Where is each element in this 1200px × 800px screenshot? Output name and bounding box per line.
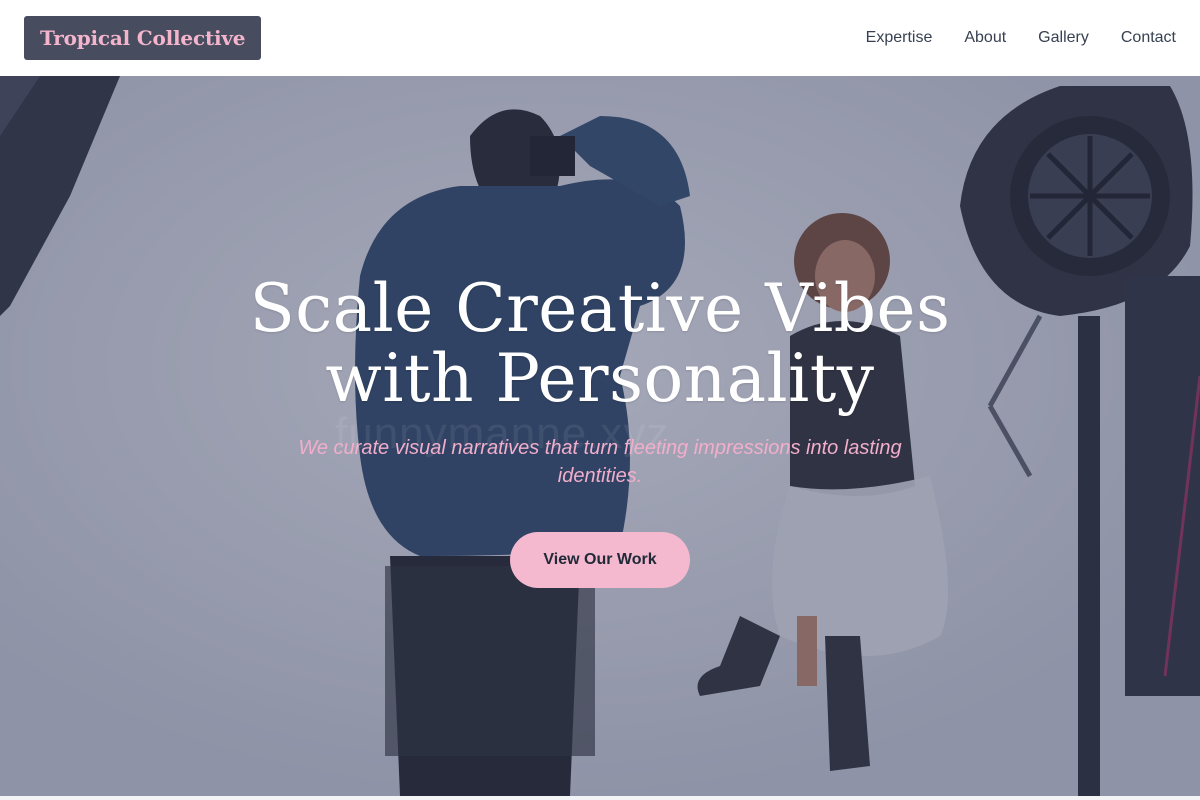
hero-title-line-2: with Personality [325, 340, 875, 417]
site-header: Tropical Collective Expertise About Gall… [0, 0, 1200, 76]
nav-link-contact[interactable]: Contact [1121, 29, 1176, 47]
brand-logo[interactable]: Tropical Collective [24, 16, 262, 60]
view-our-work-button[interactable]: View Our Work [510, 532, 690, 588]
nav-link-expertise[interactable]: Expertise [866, 29, 933, 47]
nav-link-gallery[interactable]: Gallery [1038, 29, 1089, 47]
hero-subtitle: We curate visual narratives that turn fl… [298, 437, 902, 487]
page-bottom-strip [0, 796, 1200, 800]
hero-title: Scale Creative Vibes with Personality [220, 274, 980, 414]
main-nav: Expertise About Gallery Contact [834, 29, 1176, 47]
hero-section: funnymanne.xyz Scale Creative Vibes with… [0, 76, 1200, 796]
nav-link-about[interactable]: About [964, 29, 1006, 47]
hero-content: Scale Creative Vibes with Personality We… [0, 274, 1200, 588]
hero-title-line-1: Scale Creative Vibes [249, 270, 951, 347]
